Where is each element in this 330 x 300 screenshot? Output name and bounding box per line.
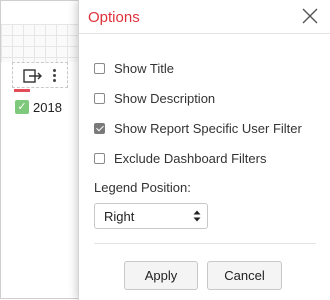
legend-position-label: Legend Position: [94,180,191,195]
show-report-user-filter-checkbox[interactable] [94,122,105,134]
show-report-user-filter-option[interactable]: Show Report Specific User Filter [94,119,302,137]
panel-title: Options [88,9,140,26]
header-divider [79,33,330,34]
legend-position-select[interactable]: Right [94,203,208,229]
show-description-label: Show Description [114,90,216,106]
show-title-option[interactable]: Show Title [94,59,174,77]
legend-position-value: Right [104,209,135,224]
footer-divider [94,243,316,244]
show-title-checkbox[interactable] [94,62,105,74]
apply-button[interactable]: Apply [124,261,198,290]
close-icon[interactable] [302,8,318,24]
show-title-label: Show Title [114,60,174,76]
exclude-dashboard-filters-option[interactable]: Exclude Dashboard Filters [94,149,266,167]
exclude-dashboard-filters-checkbox[interactable] [94,152,105,164]
exclude-dashboard-filters-label: Exclude Dashboard Filters [114,150,267,166]
show-description-checkbox[interactable] [94,92,105,104]
show-report-user-filter-label: Show Report Specific User Filter [114,120,302,136]
show-description-option[interactable]: Show Description [94,89,215,107]
options-panel: Options Show Title Show Description Show… [78,0,330,300]
cancel-button[interactable]: Cancel [207,261,282,290]
select-caret-icon [193,209,201,223]
